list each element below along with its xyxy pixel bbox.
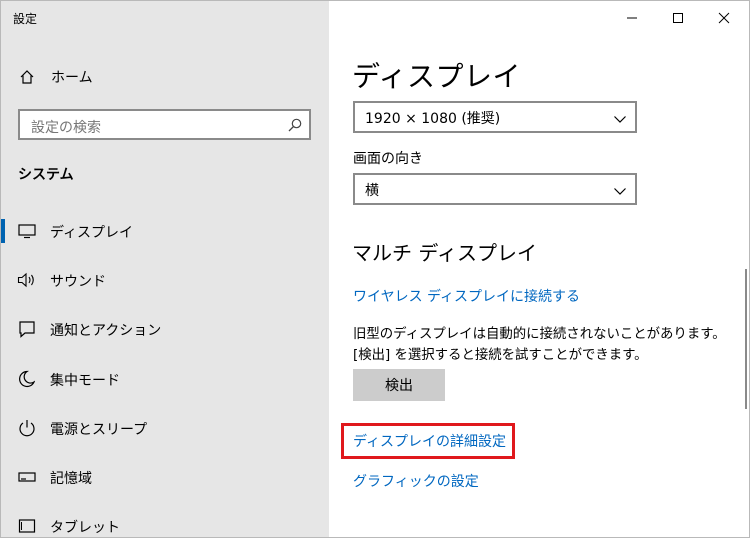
multi-display-heading: マルチ ディスプレイ <box>352 241 537 265</box>
resolution-dropdown[interactable]: 1920 × 1080 (推奨) <box>353 101 637 133</box>
maximize-icon <box>672 9 684 28</box>
home-icon <box>17 67 37 87</box>
sidebar-item-notifications[interactable]: 通知とアクション <box>1 311 329 347</box>
sidebar-item-label: 電源とスリープ <box>50 422 148 438</box>
tablet-icon <box>17 516 37 536</box>
close-button[interactable] <box>701 1 747 35</box>
orientation-value: 横 <box>365 183 379 199</box>
sidebar: 設定 ホーム 設定の検索 システム ディスプレイ サウンド 通知とアクション 集… <box>1 1 329 537</box>
settings-window: 設定 ホーム 設定の検索 システム ディスプレイ サウンド 通知とアクション 集… <box>0 0 750 538</box>
sidebar-item-storage[interactable]: 記憶域 <box>1 459 329 495</box>
detect-description: 旧型のディスプレイは自動的に接続されないことがあります。[検出] を選択すると接… <box>353 327 726 363</box>
sidebar-item-label: ディスプレイ <box>50 225 134 241</box>
sidebar-item-label: 集中モード <box>50 373 120 389</box>
search-input[interactable]: 設定の検索 <box>18 109 311 140</box>
sidebar-item-label: 通知とアクション <box>50 323 162 339</box>
close-icon <box>718 9 730 28</box>
sidebar-item-focus[interactable]: 集中モード <box>1 361 329 397</box>
chevron-down-icon <box>613 183 627 197</box>
advanced-display-link[interactable]: ディスプレイの詳細設定 <box>353 431 506 451</box>
minimize-icon <box>626 9 638 28</box>
sidebar-item-sound[interactable]: サウンド <box>1 262 329 298</box>
page-title: ディスプレイ <box>352 60 522 93</box>
sidebar-item-label: 記憶域 <box>50 471 92 487</box>
detect-button[interactable]: 検出 <box>353 369 445 401</box>
wireless-display-link[interactable]: ワイヤレス ディスプレイに接続する <box>353 286 580 306</box>
resolution-value: 1920 × 1080 (推奨) <box>365 111 501 127</box>
sidebar-item-label: サウンド <box>50 274 106 290</box>
monitor-icon <box>17 221 37 241</box>
home-nav-item[interactable]: ホーム <box>17 65 93 89</box>
sidebar-item-label: タブレット <box>50 520 120 536</box>
maximize-button[interactable] <box>655 1 701 35</box>
search-icon[interactable] <box>287 117 303 133</box>
power-icon <box>17 418 37 438</box>
sidebar-item-tablet[interactable]: タブレット <box>1 508 329 537</box>
search-placeholder: 設定の検索 <box>31 120 101 136</box>
orientation-label: 画面の向き <box>353 151 423 167</box>
chevron-down-icon <box>613 111 627 125</box>
section-title: システム <box>18 167 74 183</box>
graphics-settings-link[interactable]: グラフィックの設定 <box>353 471 479 491</box>
orientation-dropdown[interactable]: 横 <box>353 173 637 205</box>
main-content: ディスプレイ 1920 × 1080 (推奨) 画面の向き 横 マルチ ディスプ… <box>329 1 749 537</box>
storage-icon <box>17 467 37 487</box>
scrollbar[interactable] <box>745 269 747 409</box>
minimize-button[interactable] <box>609 1 655 35</box>
app-title: 設定 <box>13 12 38 26</box>
speaker-icon <box>17 270 37 290</box>
moon-icon <box>17 369 37 389</box>
sidebar-item-display[interactable]: ディスプレイ <box>1 213 329 249</box>
home-label: ホーム <box>51 70 93 86</box>
notification-icon <box>17 319 37 339</box>
selection-indicator <box>1 219 5 243</box>
sidebar-item-power[interactable]: 電源とスリープ <box>1 410 329 446</box>
